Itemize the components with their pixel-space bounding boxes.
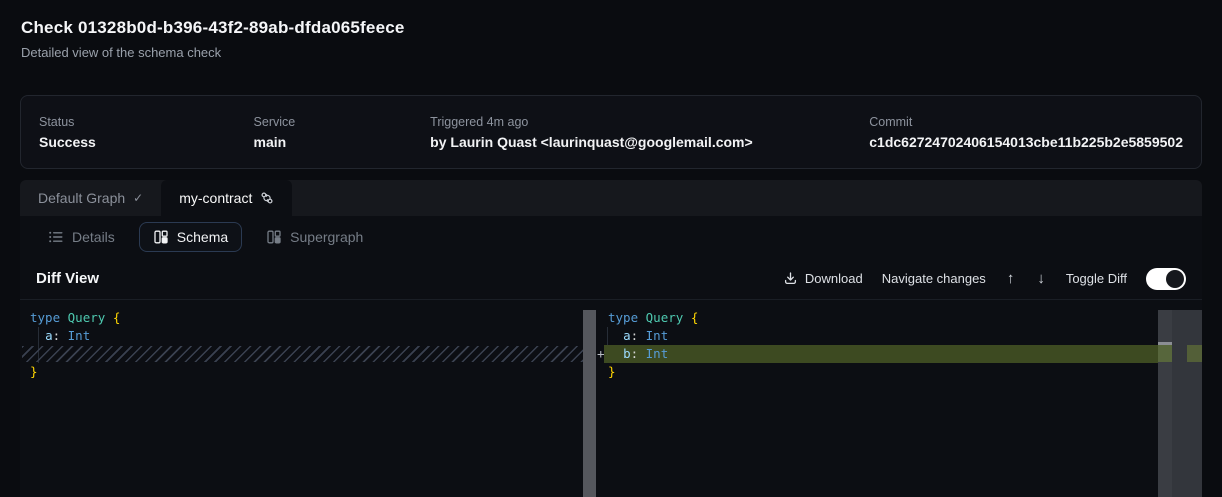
contract-panel: Details Schema [20,216,1202,497]
commit-value: c1dc62724702406154013cbe11b225b2e5859502 [869,134,1183,150]
tab-default-graph[interactable]: Default Graph ✓ [20,180,161,216]
page-header: Check 01328b0d-b396-43f2-89ab-dfda065fee… [21,18,405,60]
arrow-up-icon: ↑ [1007,270,1015,287]
code-line: a: Int [596,327,1158,345]
status-label: Status [39,115,254,129]
triggered-label: Triggered 4m ago [430,115,869,129]
minimap-added-marker [1158,345,1172,362]
schema-check-page: Check 01328b0d-b396-43f2-89ab-dfda065fee… [0,0,1222,497]
added-code-line: + b: Int [596,345,1158,363]
code-line: type Query { [596,309,1158,327]
page-title: Check 01328b0d-b396-43f2-89ab-dfda065fee… [21,18,405,38]
columns-icon [153,229,169,245]
diff-view-title: Diff View [36,270,99,287]
triggered-column: Triggered 4m ago by Laurin Quast <laurin… [430,115,869,150]
next-change-button[interactable]: ↓ [1035,270,1047,287]
tab-details[interactable]: Details [34,222,129,252]
toggle-diff-label: Toggle Diff [1066,271,1127,286]
triggered-value: by Laurin Quast <laurinquast@googlemail.… [430,134,869,150]
service-column: Service main [254,115,431,150]
tab-supergraph[interactable]: Supergraph [252,222,377,252]
arrow-down-icon: ↓ [1037,270,1045,287]
columns-icon [266,229,282,245]
tab-default-graph-label: Default Graph [38,190,125,206]
download-icon [783,271,798,286]
status-column: Status Success [39,115,254,150]
diff-view-header: Diff View Download Navigate changes ↑ [20,258,1202,300]
download-button[interactable]: Download [783,271,863,286]
page-subtitle: Detailed view of the schema check [21,45,405,60]
code-line: } [596,363,1158,381]
tab-my-contract[interactable]: my-contract [161,180,292,216]
view-tabs: Details Schema [20,216,1202,258]
code-line: } [20,363,583,381]
diff-pane-before[interactable]: type Query { a: Int} [20,300,583,497]
check-summary-card: Status Success Service main Triggered 4m… [20,95,1202,169]
tab-schema[interactable]: Schema [139,222,242,252]
tab-details-label: Details [72,229,115,245]
left-pane-scrollbar[interactable] [583,310,596,497]
diff-controls: Download Navigate changes ↑ ↓ Toggle Dif… [783,268,1186,290]
minimap-slider-column [1158,310,1172,497]
status-value: Success [39,134,254,150]
git-compare-icon [260,191,274,205]
service-value: main [254,134,431,150]
tab-my-contract-label: my-contract [179,190,252,206]
toggle-diff-switch[interactable] [1146,268,1186,290]
navigate-changes-button[interactable]: Navigate changes [882,271,986,286]
download-label: Download [805,271,863,286]
navigate-changes-label: Navigate changes [882,271,986,286]
minimap[interactable] [1158,310,1202,497]
overview-ruler-added-marker [1187,345,1202,362]
list-icon [48,229,64,245]
commit-label: Commit [869,115,1183,129]
tab-supergraph-label: Supergraph [290,229,363,245]
tab-schema-label: Schema [177,229,228,245]
graph-tab-strip: Default Graph ✓ my-contract [20,180,1202,216]
toggle-knob [1166,270,1184,288]
code-line: a: Int [20,327,583,345]
service-label: Service [254,115,431,129]
diff-editor: type Query { a: Int} type Query { a: Int… [20,300,1202,497]
code-line: type Query { [20,309,583,327]
commit-column: Commit c1dc62724702406154013cbe11b225b2e… [869,115,1183,150]
check-icon: ✓ [133,191,143,205]
added-line-plus-sign: + [597,345,605,363]
previous-change-button[interactable]: ↑ [1005,270,1017,287]
diff-placeholder-line [22,346,583,362]
diff-pane-after[interactable]: type Query { a: Int+ b: Int} [596,300,1158,497]
